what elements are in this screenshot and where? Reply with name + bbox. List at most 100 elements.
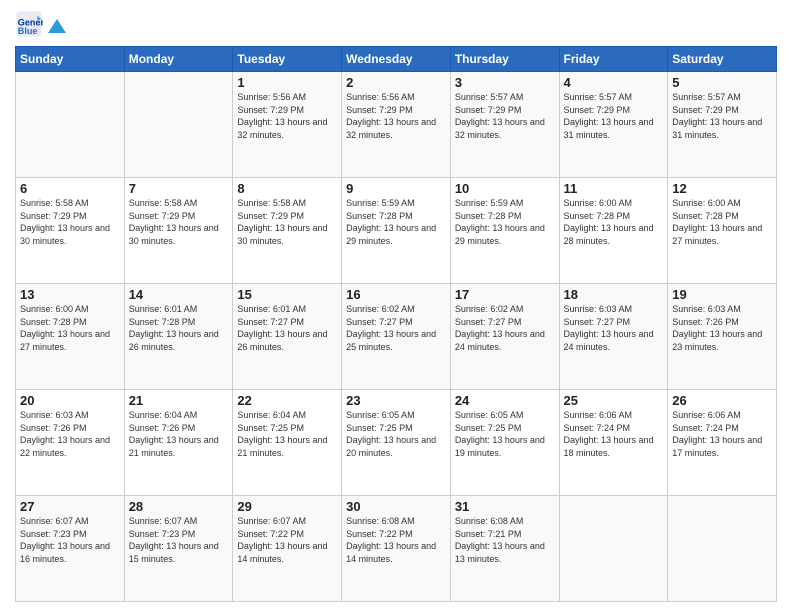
day-number: 19: [672, 287, 772, 302]
calendar-cell: 23Sunrise: 6:05 AM Sunset: 7:25 PM Dayli…: [342, 390, 451, 496]
calendar-cell: 20Sunrise: 6:03 AM Sunset: 7:26 PM Dayli…: [16, 390, 125, 496]
day-info: Sunrise: 5:56 AM Sunset: 7:29 PM Dayligh…: [346, 91, 446, 141]
day-info: Sunrise: 6:07 AM Sunset: 7:23 PM Dayligh…: [129, 515, 229, 565]
calendar-cell: 27Sunrise: 6:07 AM Sunset: 7:23 PM Dayli…: [16, 496, 125, 602]
day-info: Sunrise: 6:07 AM Sunset: 7:22 PM Dayligh…: [237, 515, 337, 565]
weekday-header-sunday: Sunday: [16, 47, 125, 72]
weekday-header-thursday: Thursday: [450, 47, 559, 72]
calendar-cell: 29Sunrise: 6:07 AM Sunset: 7:22 PM Dayli…: [233, 496, 342, 602]
calendar-cell: 19Sunrise: 6:03 AM Sunset: 7:26 PM Dayli…: [668, 284, 777, 390]
calendar-cell: 12Sunrise: 6:00 AM Sunset: 7:28 PM Dayli…: [668, 178, 777, 284]
day-number: 11: [564, 181, 664, 196]
day-info: Sunrise: 6:08 AM Sunset: 7:21 PM Dayligh…: [455, 515, 555, 565]
calendar-week-row: 6 Sunrise: 5:58 AM Sunset: 7:29 PM Daylig…: [16, 178, 777, 284]
calendar-cell: 1Sunrise: 5:56 AM Sunset: 7:29 PM Daylig…: [233, 72, 342, 178]
logo-icon: General Blue: [15, 10, 43, 38]
day-number: 3: [455, 75, 555, 90]
calendar-cell: 21Sunrise: 6:04 AM Sunset: 7:26 PM Dayli…: [124, 390, 233, 496]
day-number: 23: [346, 393, 446, 408]
day-number: 12: [672, 181, 772, 196]
day-info: Sunrise: 6:03 AM Sunset: 7:27 PM Dayligh…: [564, 303, 664, 353]
logo: General Blue: [15, 10, 67, 38]
day-info: Sunrise: 6:04 AM Sunset: 7:25 PM Dayligh…: [237, 409, 337, 459]
day-number: 18: [564, 287, 664, 302]
day-info: Sunrise: 6:07 AM Sunset: 7:23 PM Dayligh…: [20, 515, 120, 565]
day-number: 6: [20, 181, 120, 196]
calendar-cell: 28Sunrise: 6:07 AM Sunset: 7:23 PM Dayli…: [124, 496, 233, 602]
calendar-cell: 17Sunrise: 6:02 AM Sunset: 7:27 PM Dayli…: [450, 284, 559, 390]
day-info: Sunrise: 5:59 AM Sunset: 7:28 PM Dayligh…: [346, 197, 446, 247]
day-info: Sunrise: 6:04 AM Sunset: 7:26 PM Dayligh…: [129, 409, 229, 459]
calendar-week-row: 1Sunrise: 5:56 AM Sunset: 7:29 PM Daylig…: [16, 72, 777, 178]
calendar-cell: 24Sunrise: 6:05 AM Sunset: 7:25 PM Dayli…: [450, 390, 559, 496]
calendar-cell: [559, 496, 668, 602]
weekday-header-monday: Monday: [124, 47, 233, 72]
day-info: Sunrise: 5:59 AM Sunset: 7:28 PM Dayligh…: [455, 197, 555, 247]
day-info: Sunrise: 5:56 AM Sunset: 7:29 PM Dayligh…: [237, 91, 337, 141]
day-number: 26: [672, 393, 772, 408]
day-info: Sunrise: 6:03 AM Sunset: 7:26 PM Dayligh…: [20, 409, 120, 459]
day-number: 20: [20, 393, 120, 408]
calendar-cell: 5Sunrise: 5:57 AM Sunset: 7:29 PM Daylig…: [668, 72, 777, 178]
calendar-cell: 4Sunrise: 5:57 AM Sunset: 7:29 PM Daylig…: [559, 72, 668, 178]
day-info: Sunrise: 6:06 AM Sunset: 7:24 PM Dayligh…: [564, 409, 664, 459]
calendar-cell: 11Sunrise: 6:00 AM Sunset: 7:28 PM Dayli…: [559, 178, 668, 284]
day-number: 13: [20, 287, 120, 302]
day-number: 27: [20, 499, 120, 514]
day-info: Sunrise: 5:57 AM Sunset: 7:29 PM Dayligh…: [672, 91, 772, 141]
calendar-cell: 10Sunrise: 5:59 AM Sunset: 7:28 PM Dayli…: [450, 178, 559, 284]
day-info: Sunrise: 6:06 AM Sunset: 7:24 PM Dayligh…: [672, 409, 772, 459]
page: General Blue SundayMondayTuesdayWed: [0, 0, 792, 612]
weekday-header-friday: Friday: [559, 47, 668, 72]
calendar-cell: 14Sunrise: 6:01 AM Sunset: 7:28 PM Dayli…: [124, 284, 233, 390]
calendar-cell: 7Sunrise: 5:58 AM Sunset: 7:29 PM Daylig…: [124, 178, 233, 284]
calendar-cell: 6Sunrise: 5:58 AM Sunset: 7:29 PM Daylig…: [16, 178, 125, 284]
day-number: 10: [455, 181, 555, 196]
day-info: Sunrise: 5:57 AM Sunset: 7:29 PM Dayligh…: [455, 91, 555, 141]
calendar-cell: 15Sunrise: 6:01 AM Sunset: 7:27 PM Dayli…: [233, 284, 342, 390]
calendar-cell: 31Sunrise: 6:08 AM Sunset: 7:21 PM Dayli…: [450, 496, 559, 602]
day-number: 28: [129, 499, 229, 514]
day-number: 25: [564, 393, 664, 408]
day-number: 21: [129, 393, 229, 408]
day-number: 7: [129, 181, 229, 196]
calendar-week-row: 13Sunrise: 6:00 AM Sunset: 7:28 PM Dayli…: [16, 284, 777, 390]
day-info: Sunrise: 5:58 AM Sunset: 7:29 PM Dayligh…: [129, 197, 229, 247]
day-info: Sunrise: 6:02 AM Sunset: 7:27 PM Dayligh…: [346, 303, 446, 353]
day-info: Sunrise: 6:00 AM Sunset: 7:28 PM Dayligh…: [672, 197, 772, 247]
day-number: 30: [346, 499, 446, 514]
calendar-header-row: SundayMondayTuesdayWednesdayThursdayFrid…: [16, 47, 777, 72]
day-number: 1: [237, 75, 337, 90]
day-info: Sunrise: 6:01 AM Sunset: 7:27 PM Dayligh…: [237, 303, 337, 353]
weekday-header-wednesday: Wednesday: [342, 47, 451, 72]
calendar-cell: 18Sunrise: 6:03 AM Sunset: 7:27 PM Dayli…: [559, 284, 668, 390]
calendar-cell: 3Sunrise: 5:57 AM Sunset: 7:29 PM Daylig…: [450, 72, 559, 178]
day-info: Sunrise: 6:03 AM Sunset: 7:26 PM Dayligh…: [672, 303, 772, 353]
calendar-cell: 8Sunrise: 5:58 AM Sunset: 7:29 PM Daylig…: [233, 178, 342, 284]
svg-text:Blue: Blue: [18, 26, 38, 36]
day-info: Sunrise: 6:00 AM Sunset: 7:28 PM Dayligh…: [564, 197, 664, 247]
calendar-cell: [668, 496, 777, 602]
day-info: Sunrise: 6:00 AM Sunset: 7:28 PM Dayligh…: [20, 303, 120, 353]
calendar-table: SundayMondayTuesdayWednesdayThursdayFrid…: [15, 46, 777, 602]
day-number: 24: [455, 393, 555, 408]
calendar-cell: [16, 72, 125, 178]
calendar-cell: 13Sunrise: 6:00 AM Sunset: 7:28 PM Dayli…: [16, 284, 125, 390]
day-info: Sunrise: 5:58 AM Sunset: 7:29 PM Dayligh…: [237, 197, 337, 247]
calendar-cell: 16Sunrise: 6:02 AM Sunset: 7:27 PM Dayli…: [342, 284, 451, 390]
calendar-week-row: 27Sunrise: 6:07 AM Sunset: 7:23 PM Dayli…: [16, 496, 777, 602]
day-number: 29: [237, 499, 337, 514]
day-number: 14: [129, 287, 229, 302]
day-info: Sunrise: 6:05 AM Sunset: 7:25 PM Dayligh…: [346, 409, 446, 459]
day-number: 15: [237, 287, 337, 302]
header: General Blue: [15, 10, 777, 38]
day-info: Sunrise: 5:57 AM Sunset: 7:29 PM Dayligh…: [564, 91, 664, 141]
day-number: 9: [346, 181, 446, 196]
day-number: 5: [672, 75, 772, 90]
calendar-cell: [124, 72, 233, 178]
calendar-cell: 22Sunrise: 6:04 AM Sunset: 7:25 PM Dayli…: [233, 390, 342, 496]
day-info: Sunrise: 6:08 AM Sunset: 7:22 PM Dayligh…: [346, 515, 446, 565]
day-info: Sunrise: 6:02 AM Sunset: 7:27 PM Dayligh…: [455, 303, 555, 353]
calendar-week-row: 20Sunrise: 6:03 AM Sunset: 7:26 PM Dayli…: [16, 390, 777, 496]
calendar-cell: 9Sunrise: 5:59 AM Sunset: 7:28 PM Daylig…: [342, 178, 451, 284]
